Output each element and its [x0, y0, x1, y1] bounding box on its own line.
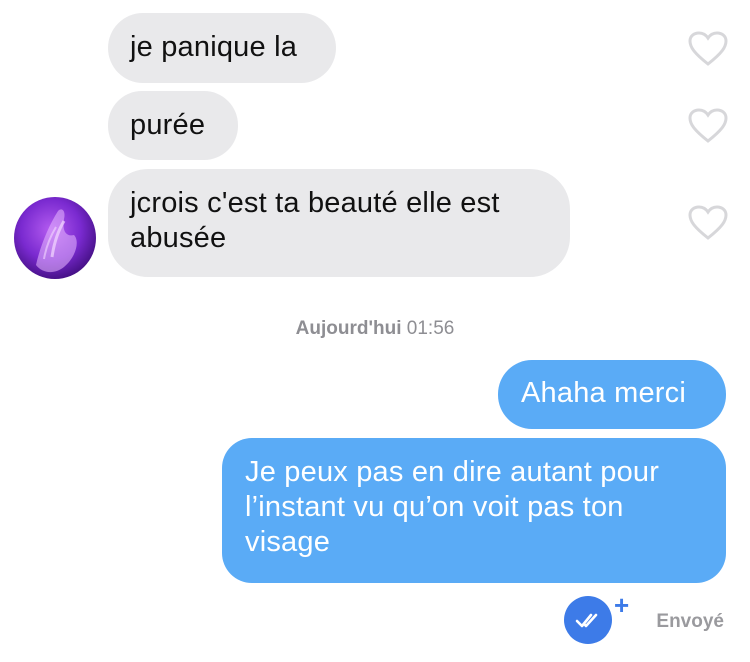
message-timestamp: Aujourd'hui 01:56 — [0, 318, 750, 340]
message-bubble-incoming[interactable]: purée — [108, 91, 238, 160]
message-bubble-outgoing[interactable]: Je peux pas en dire autant pour l’instan… — [222, 438, 726, 583]
double-check-icon — [564, 596, 612, 644]
plus-icon[interactable]: + — [614, 592, 629, 618]
sent-status: Envoyé — [656, 611, 724, 632]
timestamp-day: Aujourd'hui — [295, 318, 402, 339]
timestamp-time: 01:56 — [406, 318, 455, 339]
contact-avatar[interactable] — [14, 197, 96, 279]
message-bubble-outgoing[interactable]: Ahaha merci — [498, 360, 726, 429]
like-heart-icon[interactable] — [688, 205, 728, 241]
message-bubble-incoming[interactable]: jcrois c'est ta beauté elle est abusée — [108, 169, 570, 277]
message-bubble-incoming[interactable]: je panique la — [108, 13, 336, 83]
like-heart-icon[interactable] — [688, 108, 728, 144]
like-heart-icon[interactable] — [688, 31, 728, 67]
